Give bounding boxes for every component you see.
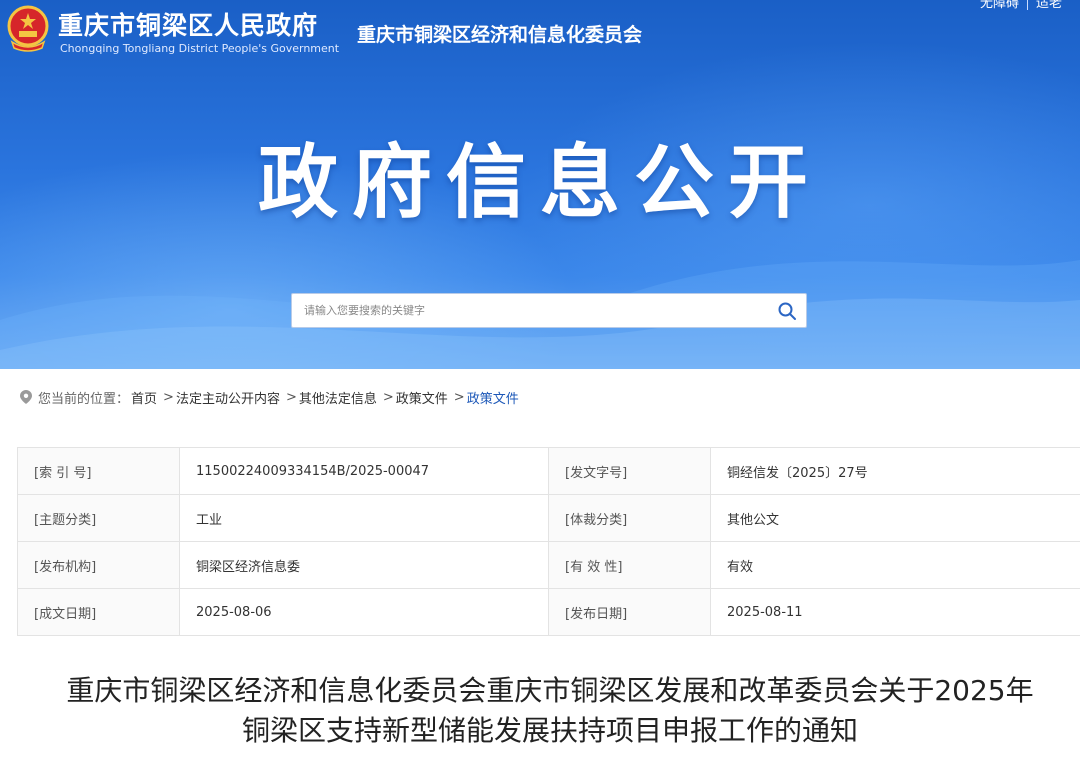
article-title: 重庆市铜梁区经济和信息化委员会重庆市铜梁区发展和改革委员会关于2025年 铜梁区… (0, 671, 1080, 751)
article-title-line: 重庆市铜梁区经济和信息化委员会重庆市铜梁区发展和改革委员会关于2025年 (66, 674, 1034, 707)
breadcrumb-item-current[interactable]: 政策文件 (467, 388, 519, 407)
meta-key-publish-date: [发布日期] (548, 588, 711, 636)
site-name[interactable]: 重庆市铜梁区人民政府 (58, 6, 318, 42)
meta-key-topic: [主题分类] (17, 494, 180, 542)
top-links: 无障碍 适老 (980, 0, 1080, 10)
site-name-english: Chongqing Tongliang District People's Go… (60, 42, 340, 55)
table-row: [发布机构] 铜梁区经济信息委 [有 效 性] 有效 (17, 541, 1080, 589)
meta-key-index-number: [索 引 号] (17, 447, 180, 495)
table-row: [索 引 号] 11500224009334154B/2025-00047 [发… (17, 447, 1080, 495)
elderly-mode-link[interactable]: 适老 (1036, 0, 1062, 10)
breadcrumb-separator: > (382, 389, 394, 405)
document-meta-table: [索 引 号] 11500224009334154B/2025-00047 [发… (17, 447, 1080, 636)
national-emblem-icon (7, 5, 49, 52)
location-pin-icon (20, 390, 32, 404)
breadcrumb-separator: > (163, 389, 174, 405)
meta-value-topic: 工业 (179, 494, 549, 542)
meta-value-written-date: 2025-08-06 (179, 588, 549, 636)
meta-value-publish-date: 2025-08-11 (710, 588, 1080, 636)
department-name: 重庆市铜梁区经济和信息化委员会 (357, 24, 643, 46)
header-banner: 重庆市铜梁区人民政府 Chongqing Tongliang District … (0, 0, 1080, 369)
search-icon[interactable] (776, 300, 798, 322)
meta-value-doc-number: 铜经信发〔2025〕27号 (710, 447, 1080, 495)
breadcrumb-item-other-info[interactable]: 其他法定信息 (299, 388, 377, 407)
meta-key-genre: [体裁分类] (548, 494, 711, 542)
article-title-line: 铜梁区支持新型储能发展扶持项目申报工作的通知 (241, 714, 858, 747)
search-input[interactable] (292, 294, 752, 327)
breadcrumb-item-policy-files[interactable]: 政策文件 (396, 388, 448, 407)
meta-key-validity: [有 效 性] (548, 541, 711, 589)
breadcrumb-label: 您当前的位置： (38, 391, 130, 407)
breadcrumb-item-statutory-content[interactable]: 法定主动公开内容 (176, 388, 280, 407)
meta-key-doc-number: [发文字号] (548, 447, 711, 495)
breadcrumb-separator: > (285, 389, 297, 405)
accessibility-link[interactable]: 无障碍 (980, 0, 1019, 10)
table-row: [成文日期] 2025-08-06 [发布日期] 2025-08-11 (17, 588, 1080, 636)
hero-title: 政府信息公开 (258, 136, 822, 229)
meta-value-validity: 有效 (710, 541, 1080, 589)
meta-key-publisher: [发布机构] (17, 541, 180, 589)
breadcrumb-item-home[interactable]: 首页 (131, 388, 157, 407)
meta-key-written-date: [成文日期] (17, 588, 180, 636)
breadcrumb-separator: > (453, 389, 465, 405)
table-row: [主题分类] 工业 [体裁分类] 其他公文 (17, 494, 1080, 542)
meta-value-index-number: 11500224009334154B/2025-00047 (179, 447, 549, 495)
breadcrumb: 您当前的位置： 首页 > 法定主动公开内容 > 其他法定信息 > 政策文件 > … (20, 387, 519, 407)
link-divider (1027, 0, 1029, 10)
meta-value-genre: 其他公文 (710, 494, 1080, 542)
meta-value-publisher: 铜梁区经济信息委 (179, 541, 549, 589)
search-box (291, 293, 807, 328)
